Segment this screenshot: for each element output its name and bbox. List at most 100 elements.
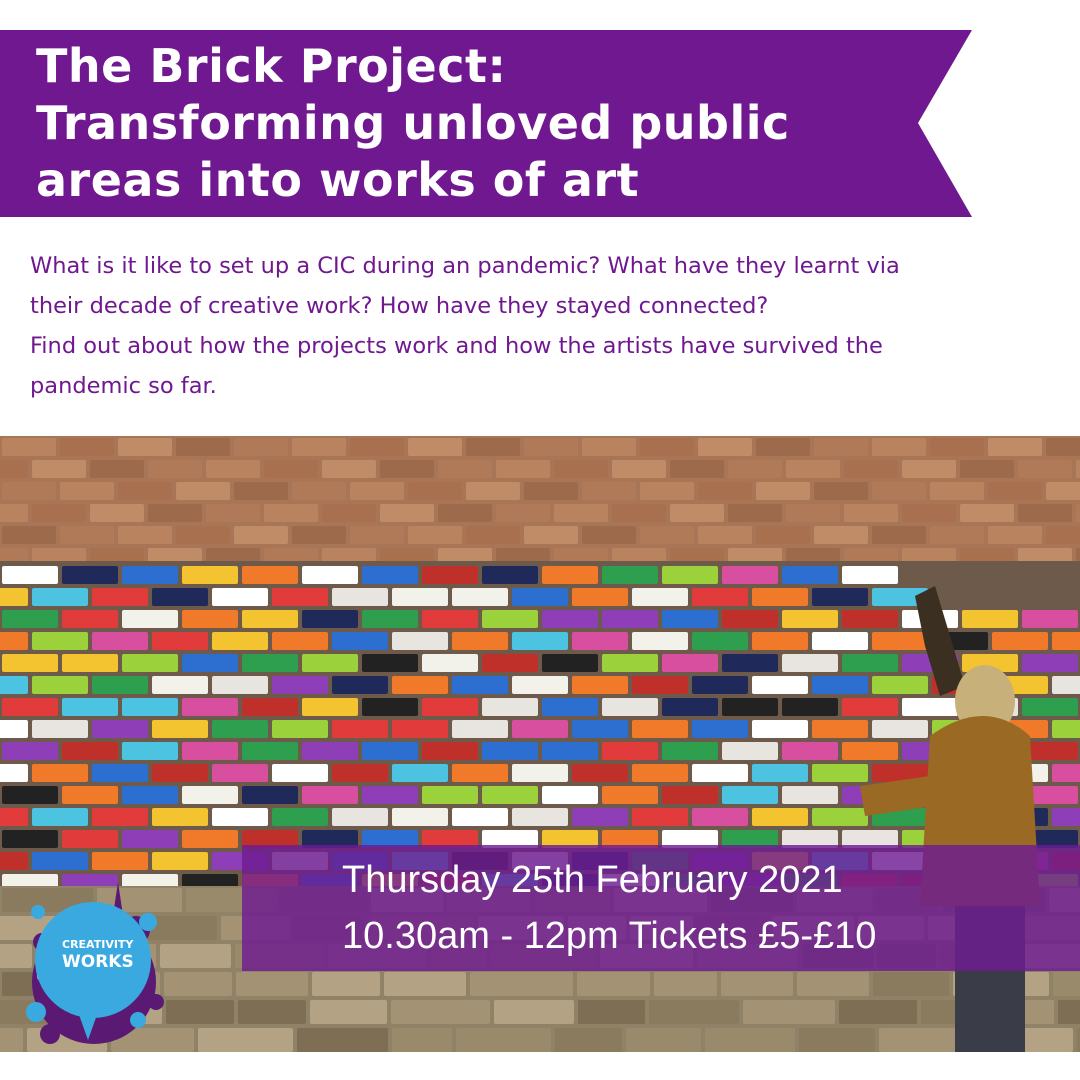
plain-brick bbox=[350, 482, 404, 500]
painted-brick bbox=[392, 720, 448, 738]
painted-brick bbox=[212, 808, 268, 826]
stone-block bbox=[310, 1000, 387, 1024]
plain-brick bbox=[322, 460, 376, 478]
painted-brick bbox=[332, 808, 388, 826]
plain-brick bbox=[466, 482, 520, 500]
painted-brick bbox=[842, 698, 898, 716]
painted-brick bbox=[122, 566, 178, 584]
painted-brick bbox=[602, 566, 658, 584]
painted-brick bbox=[662, 742, 718, 760]
stone-block bbox=[166, 1000, 234, 1024]
painted-brick bbox=[272, 720, 328, 738]
intro-line-2: their decade of creative work? How have … bbox=[30, 293, 769, 319]
painted-brick bbox=[632, 720, 688, 738]
painted-brick bbox=[62, 742, 118, 760]
plain-brick bbox=[2, 438, 56, 456]
painted-brick bbox=[842, 742, 898, 760]
painted-brick bbox=[572, 808, 628, 826]
painted-brick bbox=[32, 720, 88, 738]
painted-brick bbox=[0, 808, 28, 826]
painted-brick bbox=[362, 566, 418, 584]
painted-brick bbox=[2, 610, 58, 628]
stone-block bbox=[236, 972, 308, 996]
painted-brick bbox=[242, 742, 298, 760]
intro-line-1: What is it like to set up a CIC during a… bbox=[30, 253, 900, 279]
painted-brick bbox=[152, 676, 208, 694]
painted-brick bbox=[2, 566, 58, 584]
plain-brick bbox=[524, 526, 578, 544]
painted-brick bbox=[662, 610, 718, 628]
painted-brick bbox=[92, 720, 148, 738]
painted-brick bbox=[32, 676, 88, 694]
plain-brick bbox=[756, 438, 810, 456]
plain-brick bbox=[930, 482, 984, 500]
painted-brick bbox=[752, 720, 808, 738]
painted-brick bbox=[992, 632, 1048, 650]
plain-brick bbox=[496, 460, 550, 478]
plain-brick bbox=[408, 482, 462, 500]
plain-brick bbox=[554, 504, 608, 522]
plain-brick bbox=[380, 460, 434, 478]
painted-brick bbox=[812, 588, 868, 606]
painted-brick bbox=[482, 654, 538, 672]
title-line-3: areas into works of art bbox=[36, 153, 640, 207]
painted-brick bbox=[92, 764, 148, 782]
painted-brick bbox=[482, 698, 538, 716]
plain-brick bbox=[814, 482, 868, 500]
painted-brick bbox=[722, 566, 778, 584]
plain-brick bbox=[176, 482, 230, 500]
painted-brick bbox=[422, 566, 478, 584]
creativity-works-line1: CREATIVITY bbox=[62, 938, 134, 951]
painted-brick bbox=[962, 610, 1018, 628]
stone-block bbox=[470, 972, 573, 996]
plain-brick bbox=[728, 504, 782, 522]
painted-brick bbox=[512, 764, 568, 782]
painted-brick bbox=[392, 588, 448, 606]
painted-brick bbox=[62, 698, 118, 716]
painted-brick bbox=[602, 654, 658, 672]
painted-brick bbox=[752, 808, 808, 826]
painted-brick bbox=[152, 852, 208, 870]
painted-brick bbox=[602, 698, 658, 716]
plain-brick bbox=[902, 460, 956, 478]
plain-brick bbox=[1046, 482, 1080, 500]
painted-brick bbox=[1052, 808, 1080, 826]
plain-brick bbox=[1018, 504, 1072, 522]
stone-block bbox=[164, 972, 232, 996]
plain-brick bbox=[698, 482, 752, 500]
plain-brick bbox=[32, 460, 86, 478]
painted-brick bbox=[692, 588, 748, 606]
plain-brick bbox=[844, 504, 898, 522]
plain-brick bbox=[988, 482, 1042, 500]
painted-brick bbox=[782, 742, 838, 760]
painted-brick bbox=[332, 588, 388, 606]
painted-brick bbox=[482, 786, 538, 804]
painted-brick bbox=[1022, 698, 1078, 716]
painted-brick bbox=[212, 764, 268, 782]
painted-brick bbox=[872, 632, 928, 650]
stone-block bbox=[555, 1028, 622, 1052]
painted-brick bbox=[692, 632, 748, 650]
plain-brick bbox=[670, 460, 724, 478]
plain-brick bbox=[960, 504, 1014, 522]
painted-brick bbox=[1052, 676, 1080, 694]
painted-brick bbox=[302, 566, 358, 584]
plain-brick bbox=[698, 526, 752, 544]
plain-brick bbox=[930, 438, 984, 456]
painted-brick bbox=[872, 676, 928, 694]
event-date: Thursday 25th February 2021 bbox=[342, 859, 843, 901]
plain-brick bbox=[322, 504, 376, 522]
painted-brick bbox=[722, 786, 778, 804]
stone-block bbox=[198, 1028, 293, 1052]
creativity-works-logo: CREATIVITY WORKS bbox=[18, 892, 168, 1042]
plain-brick bbox=[408, 438, 462, 456]
plain-brick bbox=[264, 504, 318, 522]
stone-block bbox=[312, 972, 380, 996]
plain-brick bbox=[292, 482, 346, 500]
plain-brick bbox=[2, 526, 56, 544]
painted-brick bbox=[92, 852, 148, 870]
plain-brick bbox=[582, 438, 636, 456]
painted-brick bbox=[272, 632, 328, 650]
painted-brick bbox=[542, 654, 598, 672]
painted-brick bbox=[362, 698, 418, 716]
